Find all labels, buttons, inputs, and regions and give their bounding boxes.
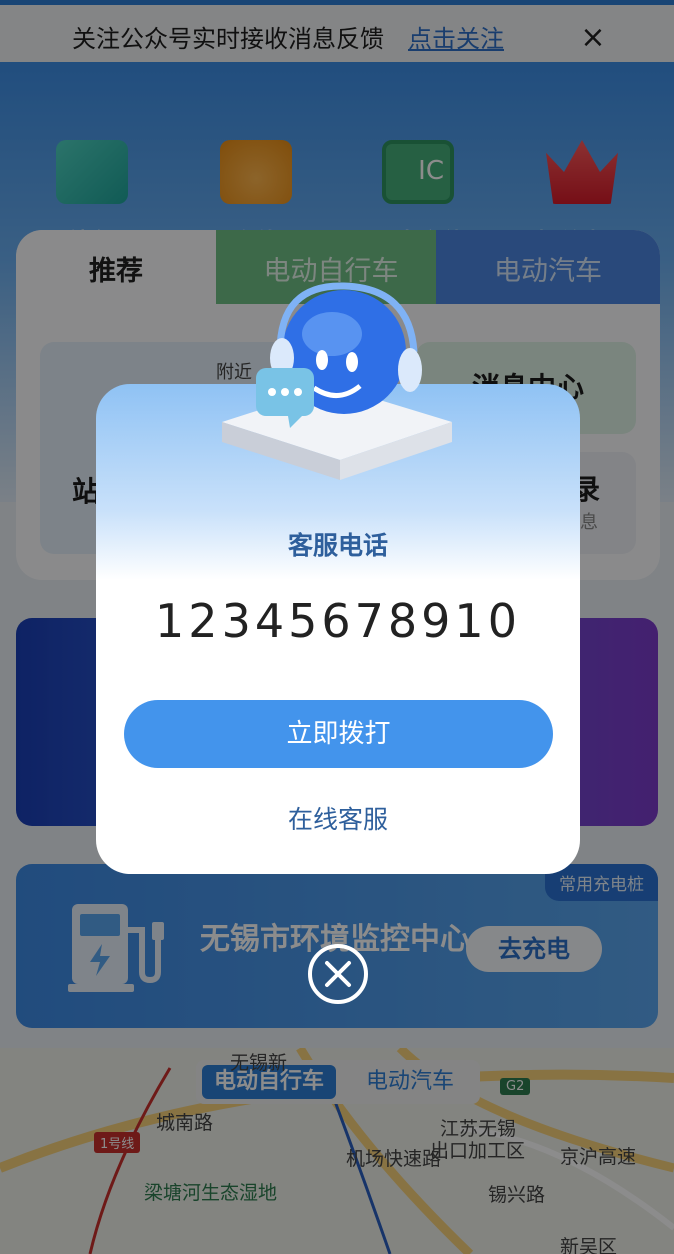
- page: 关注公众号实时接收消息反馈 点击关注 × 钱包 充值 IC IC卡充值 权益中心…: [0, 0, 674, 1254]
- online-service-link[interactable]: 在线客服: [96, 800, 580, 836]
- dialog-title: 客服电话: [287, 531, 388, 560]
- service-phone-number: 12345678910: [155, 594, 521, 648]
- close-dialog-icon[interactable]: [306, 942, 370, 1006]
- call-now-button[interactable]: 立即拨打: [124, 700, 553, 768]
- customer-service-mascot-icon: [222, 282, 452, 480]
